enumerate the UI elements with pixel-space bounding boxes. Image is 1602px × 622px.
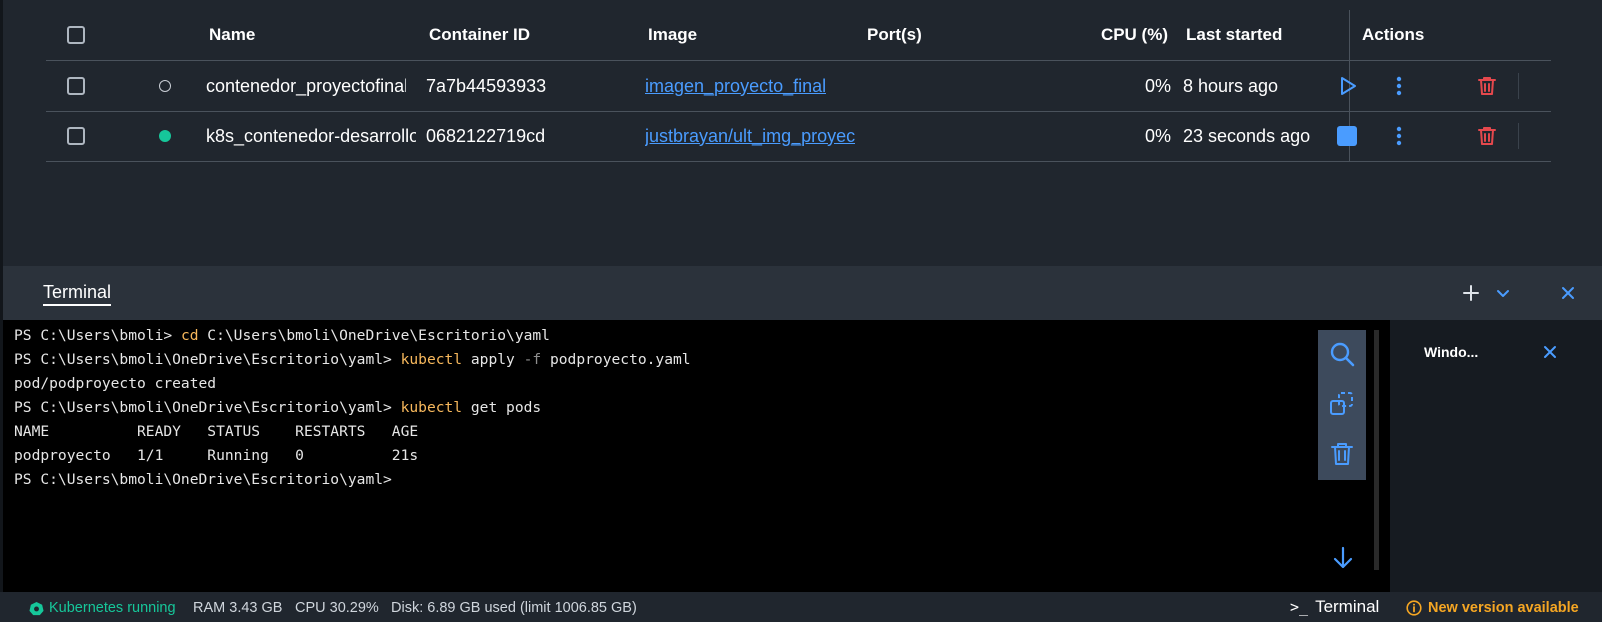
action-divider	[1518, 123, 1519, 149]
status-cell	[159, 111, 171, 161]
table-row: k8s_contenedor-desarrollo 0682122719cd j…	[46, 111, 1551, 162]
close-side-panel-button[interactable]	[1542, 344, 1558, 360]
delete-button[interactable]	[1476, 61, 1498, 111]
close-terminal-button[interactable]	[1554, 279, 1582, 307]
container-name[interactable]: k8s_contenedor-desarrollo	[206, 111, 416, 161]
chevron-down-icon	[1497, 290, 1509, 297]
terminal-line: PS C:\Users\bmoli\OneDrive\Escritorio\ya…	[14, 351, 691, 368]
table-row: contenedor_proyectofinal 7a7b44593933 im…	[46, 61, 1551, 112]
column-header-last-started[interactable]: Last started	[1186, 10, 1282, 60]
search-button[interactable]	[1328, 340, 1356, 368]
action-divider	[1518, 73, 1519, 99]
terminal-dropdown-button[interactable]	[1489, 279, 1517, 307]
copy-button[interactable]	[1328, 390, 1356, 418]
containers-table: Name Container ID Image Port(s) CPU (%) …	[0, 0, 1602, 266]
stop-button[interactable]	[1337, 111, 1357, 161]
row-checkbox[interactable]	[67, 77, 85, 95]
delete-button[interactable]	[1476, 111, 1498, 161]
column-header-image[interactable]: Image	[648, 10, 697, 60]
terminal-toggle-label: Terminal	[1315, 597, 1380, 616]
terminal-line: PS C:\Users\bmoli> cd C:\Users\bmoli\One…	[14, 327, 550, 344]
row-select-cell	[67, 111, 85, 161]
side-panel: Windo...	[1390, 320, 1602, 592]
arrow-down-icon	[1333, 546, 1353, 569]
clear-button[interactable]	[1328, 440, 1356, 468]
plus-icon	[1463, 285, 1479, 301]
status-bar: Kubernetes running RAM 3.43 GB CPU 30.29…	[0, 592, 1602, 622]
cpu-usage: 0%	[1144, 75, 1171, 96]
stop-icon	[1337, 126, 1357, 146]
status-running-icon	[159, 130, 171, 142]
status-stopped-icon	[159, 80, 171, 92]
kubernetes-icon	[29, 601, 44, 615]
terminal-output[interactable]: PS C:\Users\bmoli> cd C:\Users\bmoli\One…	[3, 320, 1381, 592]
close-icon	[1562, 287, 1574, 299]
status-cell	[159, 61, 171, 111]
info-icon	[1406, 600, 1422, 616]
new-version-label: New version available	[1428, 600, 1579, 616]
container-id: 7a7b44593933	[426, 75, 547, 96]
cpu-usage-status: CPU 30.29%	[295, 600, 379, 616]
terminal-line: pod/podproyecto created	[14, 375, 217, 392]
scroll-to-bottom-button[interactable]	[1330, 545, 1356, 571]
trash-icon	[1478, 77, 1496, 95]
row-checkbox[interactable]	[67, 127, 85, 145]
terminal-tools	[1318, 330, 1366, 480]
more-options-button[interactable]	[1395, 111, 1403, 161]
kubernetes-status-label: Kubernetes running	[49, 600, 176, 616]
terminal-prompt-icon: >_	[1290, 598, 1309, 616]
last-started: 23 seconds ago	[1183, 125, 1311, 146]
column-header-cpu[interactable]: CPU (%)	[1068, 10, 1168, 60]
terminal-line: PS C:\Users\bmoli\OneDrive\Escritorio\ya…	[14, 399, 542, 416]
image-link[interactable]: imagen_proyecto_final	[645, 61, 826, 111]
terminal-header: Terminal	[3, 266, 1602, 320]
play-icon	[1341, 77, 1356, 95]
column-header-container-id[interactable]: Container ID	[429, 10, 530, 60]
new-terminal-button[interactable]	[1457, 279, 1485, 307]
tab-terminal[interactable]: Terminal	[43, 282, 112, 306]
kubernetes-status[interactable]: Kubernetes running	[29, 600, 176, 616]
disk-usage: Disk: 6.89 GB used (limit 1006.85 GB)	[391, 600, 637, 616]
image-link[interactable]: justbrayan/ult_img_proyec	[645, 111, 855, 161]
terminal-scrollbar[interactable]	[1374, 330, 1379, 570]
column-header-ports[interactable]: Port(s)	[867, 10, 922, 60]
copy-icon	[1330, 392, 1353, 415]
terminal-line: podproyecto 1/1 Running 0 21s	[14, 447, 419, 464]
terminal-line: NAME READY STATUS RESTARTS AGE	[14, 423, 419, 440]
kebab-menu-icon	[1396, 126, 1402, 146]
select-all-checkbox[interactable]	[67, 26, 85, 44]
kebab-menu-icon	[1396, 76, 1402, 96]
table-header: Name Container ID Image Port(s) CPU (%) …	[46, 10, 1551, 61]
column-header-name[interactable]: Name	[209, 10, 255, 60]
container-id: 0682122719cd	[426, 125, 546, 146]
side-panel-title: Windo...	[1424, 344, 1479, 360]
close-icon	[1544, 346, 1556, 358]
terminal-line: PS C:\Users\bmoli\OneDrive\Escritorio\ya…	[14, 471, 392, 488]
row-select-cell	[67, 61, 85, 111]
search-icon	[1330, 342, 1355, 367]
cpu-usage: 0%	[1144, 125, 1171, 146]
new-version-notice[interactable]: New version available	[1406, 600, 1579, 616]
trash-icon	[1478, 127, 1496, 145]
start-button[interactable]	[1337, 61, 1359, 111]
container-name[interactable]: contenedor_proyectofinal	[206, 61, 406, 111]
select-all-cell	[67, 10, 85, 60]
column-header-actions: Actions	[1362, 25, 1425, 44]
terminal-toggle-button[interactable]: >_ Terminal	[1290, 597, 1379, 617]
last-started: 8 hours ago	[1183, 75, 1279, 96]
ram-usage: RAM 3.43 GB	[193, 600, 283, 616]
trash-icon	[1331, 443, 1353, 465]
more-options-button[interactable]	[1395, 61, 1403, 111]
